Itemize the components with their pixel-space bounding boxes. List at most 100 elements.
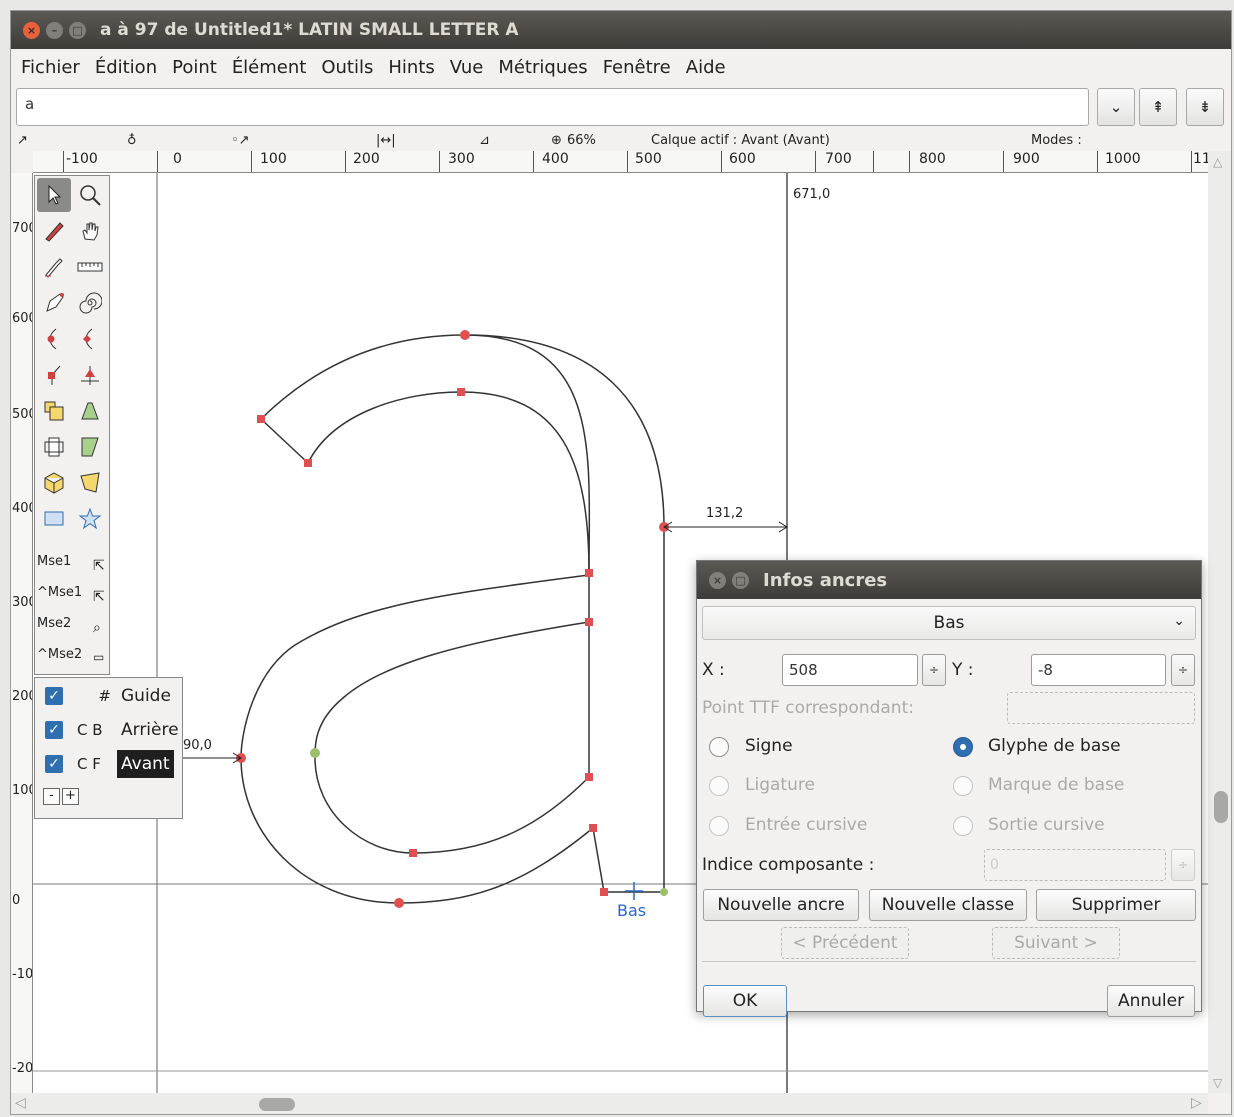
rectangle-icon[interactable] — [37, 502, 71, 536]
radio-signe[interactable] — [709, 737, 729, 757]
scroll-down-icon[interactable]: ▽ — [1213, 1076, 1222, 1090]
perspective-icon[interactable] — [73, 466, 107, 500]
hv-curve-point-icon[interactable] — [73, 322, 107, 356]
ruler-label: 500 — [12, 407, 32, 422]
ruler-label: -100 — [12, 967, 33, 982]
layer-name[interactable]: Arrière — [117, 716, 183, 744]
scroll-left-icon[interactable]: ◁ — [15, 1095, 26, 1111]
menu-aide[interactable]: Aide — [686, 57, 726, 78]
rotate-icon[interactable] — [37, 430, 71, 464]
y-label: Y : — [952, 660, 974, 680]
ruler-label: 100 — [12, 783, 32, 798]
x-spinner[interactable]: ÷ — [922, 654, 946, 686]
y-spinner[interactable]: ÷ — [1171, 654, 1195, 686]
ok-button[interactable]: OK — [703, 985, 787, 1017]
active-layer-label: Calque actif : Avant (Avant) — [651, 133, 830, 148]
radio-ligature — [709, 776, 729, 796]
tangent-point-icon[interactable] — [73, 358, 107, 392]
ruler-label: 200 — [12, 689, 32, 704]
layer-row-back[interactable]: ✓ C B Arrière — [35, 714, 184, 746]
scroll-right-icon[interactable]: ▷ — [1191, 1095, 1202, 1111]
star-icon[interactable] — [73, 502, 107, 536]
vertical-scrollbar[interactable]: △ ▽ — [1208, 151, 1231, 1093]
ctrl-mouse1-binding: ^Mse1 — [37, 585, 83, 600]
new-class-button[interactable]: Nouvelle classe — [869, 889, 1027, 921]
spiro-icon[interactable] — [73, 286, 107, 320]
menu-element[interactable]: Élément — [232, 57, 307, 78]
ruler-label: 200 — [353, 151, 380, 167]
anchor-info-dialog: × □ Infos ancres Bas ⌄ X : 508 ÷ Y : -8 … — [696, 560, 1202, 1017]
modes-label: Modes : — [1031, 133, 1082, 148]
close-window-icon[interactable]: × — [23, 21, 40, 39]
radio-sortie-cursive — [953, 816, 973, 836]
layer-row-guide[interactable]: ✓ # Guide — [35, 680, 184, 712]
hand-icon[interactable] — [73, 214, 107, 248]
pen-icon[interactable] — [37, 250, 71, 284]
perspective-3d-icon[interactable] — [37, 466, 71, 500]
ruler-label: 600 — [729, 151, 756, 167]
horizontal-scroll-thumb[interactable] — [259, 1098, 295, 1111]
radio-entree-cursive — [709, 816, 729, 836]
menu-point[interactable]: Point — [172, 57, 217, 78]
ruler-label: 400 — [542, 151, 569, 167]
layer-visible-checkbox[interactable]: ✓ — [45, 721, 63, 739]
vertical-scroll-thumb[interactable] — [1214, 791, 1228, 823]
scale-icon[interactable] — [37, 394, 71, 428]
anchor-class-select[interactable]: Bas ⌄ — [702, 606, 1196, 640]
menu-outils[interactable]: Outils — [321, 57, 373, 78]
component-index-label: Indice composante : — [702, 855, 875, 875]
x-label: X : — [702, 660, 725, 680]
layer-name[interactable]: Guide — [117, 682, 175, 710]
glyph-text-input[interactable]: a — [16, 88, 1089, 126]
next-glyph-button[interactable]: ⇟ — [1186, 88, 1224, 126]
component-index-input: 0 — [984, 849, 1166, 881]
menu-bar: Fichier Édition Point Élément Outils Hin… — [11, 49, 1231, 85]
ruler-label: -200 — [12, 1061, 33, 1076]
x-input[interactable]: 508 — [782, 654, 918, 686]
horizontal-scrollbar[interactable]: ◁ ▷ — [11, 1093, 1208, 1114]
curve-point-icon[interactable] — [37, 322, 71, 356]
corner-point-icon[interactable] — [37, 358, 71, 392]
remove-layer-button[interactable]: - — [43, 788, 60, 805]
pointer-icon[interactable] — [37, 178, 71, 212]
menu-hints[interactable]: Hints — [388, 57, 434, 78]
layer-row-fore[interactable]: ✓ C F Avant — [35, 748, 184, 780]
step-down-icon: ⇟ — [1198, 98, 1212, 116]
new-anchor-button[interactable]: Nouvelle ancre — [703, 889, 859, 921]
flip-icon[interactable] — [73, 394, 107, 428]
step-up-icon: ⇞ — [1151, 98, 1165, 116]
zoom-level: 66% — [567, 133, 596, 148]
info-bar: ↗ ♁ ◦↗ |↔| ⊿ ⊕ 66% Calque actif : Avant … — [11, 131, 1231, 151]
close-dialog-icon[interactable]: × — [709, 571, 726, 589]
anchor-label[interactable]: Bas — [617, 901, 646, 920]
menu-edition[interactable]: Édition — [95, 57, 157, 78]
layer-visible-checkbox[interactable]: ✓ — [45, 755, 63, 773]
add-layer-button[interactable]: + — [62, 788, 79, 805]
y-input[interactable]: -8 — [1031, 654, 1166, 686]
cancel-button[interactable]: Annuler — [1107, 985, 1195, 1017]
layer-flags: C F — [77, 755, 101, 773]
delete-button[interactable]: Supprimer — [1036, 889, 1196, 921]
menu-metriques[interactable]: Métriques — [498, 57, 587, 78]
radio-glyphe-de-base[interactable] — [953, 737, 973, 757]
menu-fenetre[interactable]: Fenêtre — [603, 57, 671, 78]
maximize-dialog-icon[interactable]: □ — [732, 571, 749, 589]
ttf-point-input — [1007, 692, 1195, 724]
radio-marque-de-base — [953, 776, 973, 796]
dropdown-button[interactable]: ⌄ — [1097, 88, 1135, 126]
ruler-label: -100 — [66, 151, 98, 167]
layer-name[interactable]: Avant — [117, 750, 174, 778]
magnify-icon[interactable] — [73, 178, 107, 212]
minimize-window-icon[interactable]: – — [46, 21, 63, 39]
pencil-icon[interactable] — [37, 214, 71, 248]
spline-pen-icon[interactable] — [37, 286, 71, 320]
menu-vue[interactable]: Vue — [450, 57, 484, 78]
ruler-icon[interactable] — [73, 250, 107, 284]
layer-visible-checkbox[interactable]: ✓ — [45, 687, 63, 705]
previous-glyph-button[interactable]: ⇞ — [1139, 88, 1177, 126]
menu-fichier[interactable]: Fichier — [21, 57, 80, 78]
skew-icon[interactable] — [73, 430, 107, 464]
maximize-window-icon[interactable]: □ — [69, 21, 86, 39]
scroll-up-icon[interactable]: △ — [1213, 155, 1222, 169]
component-index-spinner: ÷ — [1171, 849, 1195, 881]
